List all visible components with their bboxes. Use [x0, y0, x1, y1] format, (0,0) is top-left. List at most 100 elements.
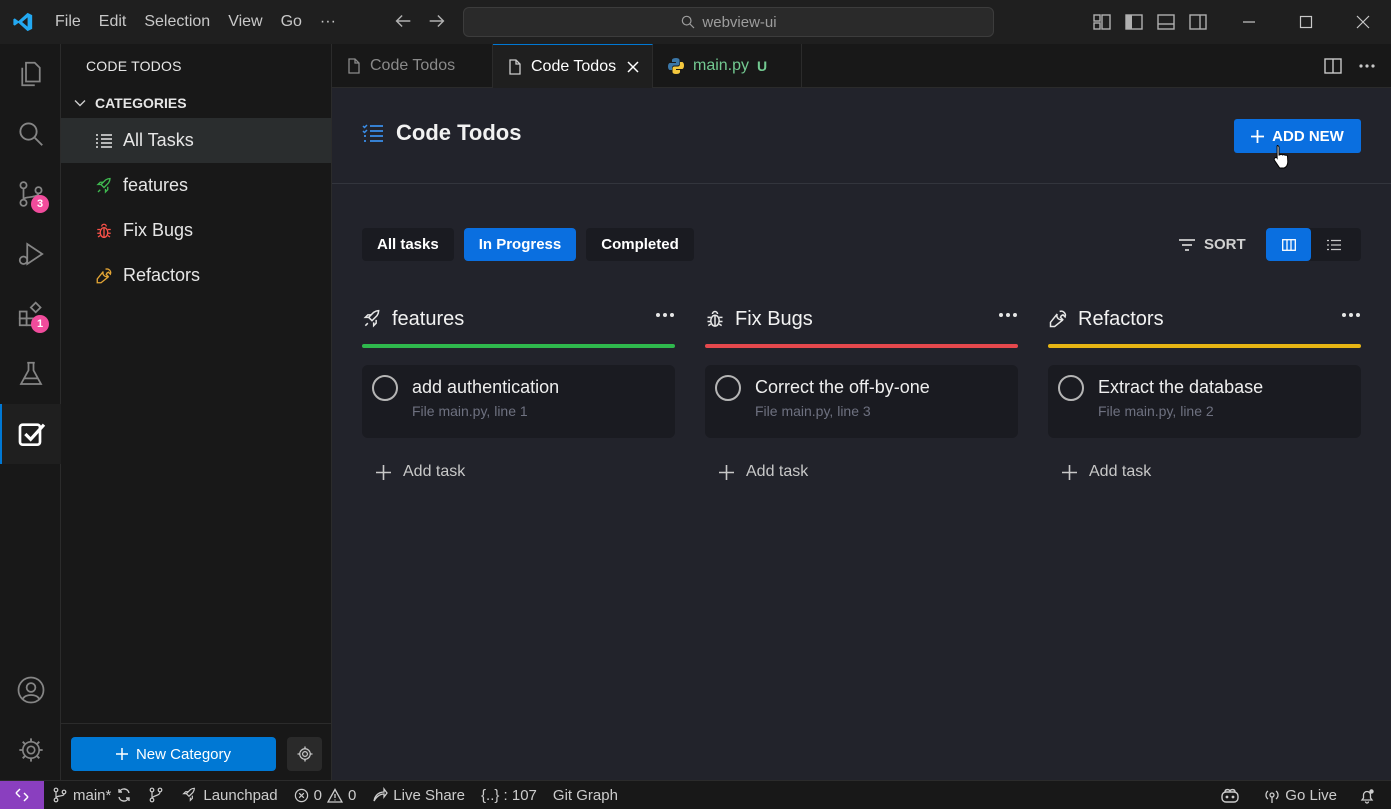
tab-label: Code Todos: [370, 57, 456, 74]
status-bar: main* Launchpad 0 0 Live Share {..} : 10…: [0, 780, 1391, 809]
back-arrow-icon[interactable]: [392, 10, 414, 32]
sidebar: CODE TODOS CATEGORIES All Tasks features…: [61, 44, 332, 780]
add-task-label: Add task: [746, 463, 809, 480]
tab-label: Code Todos: [531, 57, 617, 75]
close-window-icon[interactable]: [1334, 0, 1391, 44]
menu-bar: File Edit Selection View Go ···: [46, 0, 345, 44]
sidebar-item-all-tasks[interactable]: All Tasks: [61, 118, 331, 163]
toggle-primary-sidebar-icon[interactable]: [1124, 12, 1144, 32]
add-task-button[interactable]: Add task: [705, 462, 1018, 482]
task-checkbox[interactable]: [715, 375, 741, 401]
column-color-bar: [705, 344, 1018, 348]
rocket-icon: [180, 787, 198, 803]
accounts-icon[interactable]: [0, 660, 61, 720]
maximize-icon[interactable]: [1277, 0, 1334, 44]
sidebar-item-fix-bugs[interactable]: Fix Bugs: [61, 208, 331, 253]
page-title: Code Todos: [362, 120, 521, 146]
problems-status[interactable]: 0 0: [286, 787, 365, 804]
settings-gear-icon[interactable]: [287, 737, 322, 771]
sidebar-item-refactors[interactable]: Refactors: [61, 253, 331, 298]
add-task-button[interactable]: Add task: [362, 462, 675, 482]
extensions-badge: 1: [31, 315, 49, 333]
checklist-icon: [362, 122, 384, 144]
live-share-status[interactable]: Live Share: [364, 787, 473, 804]
sort-label: SORT: [1204, 236, 1246, 253]
sort-button[interactable]: SORT: [1178, 228, 1246, 261]
copilot-icon[interactable]: [1212, 788, 1248, 804]
menu-file[interactable]: File: [46, 0, 90, 44]
tab-code-todos-2[interactable]: Code Todos: [493, 44, 653, 88]
column-more-icon[interactable]: [998, 312, 1018, 318]
task-title: add authentication: [412, 377, 560, 397]
testing-flask-icon[interactable]: [0, 344, 61, 404]
task-card[interactable]: add authentication File main.py, line 1: [362, 365, 675, 438]
explorer-icon[interactable]: [0, 44, 61, 104]
menu-go[interactable]: Go: [272, 0, 311, 44]
sync-icon[interactable]: [116, 787, 132, 803]
branch-status[interactable]: main*: [44, 787, 140, 804]
task-card[interactable]: Extract the database File main.py, line …: [1048, 365, 1361, 438]
task-checkbox[interactable]: [1058, 375, 1084, 401]
source-control-badge: 3: [31, 195, 49, 213]
tab-main-py[interactable]: main.py U: [653, 44, 802, 88]
task-card[interactable]: Correct the off-by-one File main.py, lin…: [705, 365, 1018, 438]
manage-gear-icon[interactable]: [0, 720, 61, 780]
filter-all-tasks[interactable]: All tasks: [362, 228, 454, 261]
column-more-icon[interactable]: [1341, 312, 1361, 318]
toggle-panel-icon[interactable]: [1156, 12, 1176, 32]
forward-arrow-icon[interactable]: [426, 10, 448, 32]
menu-edit[interactable]: Edit: [90, 0, 136, 44]
menu-selection[interactable]: Selection: [135, 0, 219, 44]
column-color-bar: [362, 344, 675, 348]
sidebar-item-label: features: [123, 175, 189, 195]
list-view-icon[interactable]: [1311, 228, 1356, 261]
run-debug-icon[interactable]: [0, 224, 61, 284]
add-task-button[interactable]: Add task: [1048, 462, 1361, 482]
sidebar-item-label: Fix Bugs: [123, 220, 194, 240]
task-title: Correct the off-by-one: [755, 377, 930, 397]
plus-icon: [1062, 464, 1077, 480]
close-icon[interactable]: [626, 60, 640, 74]
mouse-cursor-icon: [1272, 144, 1290, 170]
warning-icon: [326, 787, 343, 803]
more-actions-icon[interactable]: [1357, 56, 1377, 76]
notifications-bell-icon[interactable]: [1351, 788, 1383, 804]
new-category-label: New Category: [135, 745, 232, 763]
add-new-label: ADD NEW: [1272, 127, 1344, 145]
new-category-button[interactable]: New Category: [71, 737, 276, 771]
launchpad-status[interactable]: Launchpad: [172, 787, 285, 804]
branch-name: main*: [73, 786, 112, 804]
list-icon: [95, 132, 113, 150]
add-new-button[interactable]: ADD NEW: [1234, 119, 1361, 153]
tab-code-todos-1[interactable]: Code Todos: [332, 44, 493, 88]
board-view-icon[interactable]: [1266, 228, 1311, 261]
remote-indicator-icon[interactable]: [0, 780, 44, 809]
minimize-icon[interactable]: [1220, 0, 1277, 44]
menu-view[interactable]: View: [219, 0, 271, 44]
add-task-label: Add task: [403, 463, 466, 480]
filter-completed[interactable]: Completed: [586, 228, 694, 261]
toggle-secondary-sidebar-icon[interactable]: [1188, 12, 1208, 32]
warning-count: 0: [347, 786, 357, 804]
filter-in-progress[interactable]: In Progress: [463, 228, 577, 261]
search-view-icon[interactable]: [0, 104, 61, 164]
vscode-logo-icon: [0, 0, 46, 44]
go-live-status[interactable]: Go Live: [1256, 787, 1345, 804]
git-graph-status-icon[interactable]: [140, 787, 172, 803]
sidebar-item-features[interactable]: features: [61, 163, 331, 208]
code-todos-checkbox-icon[interactable]: [0, 404, 61, 464]
menu-more[interactable]: ···: [311, 0, 345, 44]
json-count-status[interactable]: {..} : 107: [473, 787, 545, 804]
error-icon: [294, 788, 309, 803]
categories-label: CATEGORIES: [95, 95, 187, 111]
split-editor-icon[interactable]: [1323, 56, 1343, 76]
column-more-icon[interactable]: [655, 312, 675, 318]
task-checkbox[interactable]: [372, 375, 398, 401]
git-graph-status[interactable]: Git Graph: [545, 787, 626, 804]
rocket-icon: [95, 177, 113, 195]
extensions-icon[interactable]: 1: [0, 284, 61, 344]
customize-layout-icon[interactable]: [1092, 12, 1112, 32]
categories-section-header[interactable]: CATEGORIES: [61, 88, 331, 118]
source-control-icon[interactable]: 3: [0, 164, 61, 224]
command-center-search[interactable]: webview-ui: [463, 7, 994, 37]
